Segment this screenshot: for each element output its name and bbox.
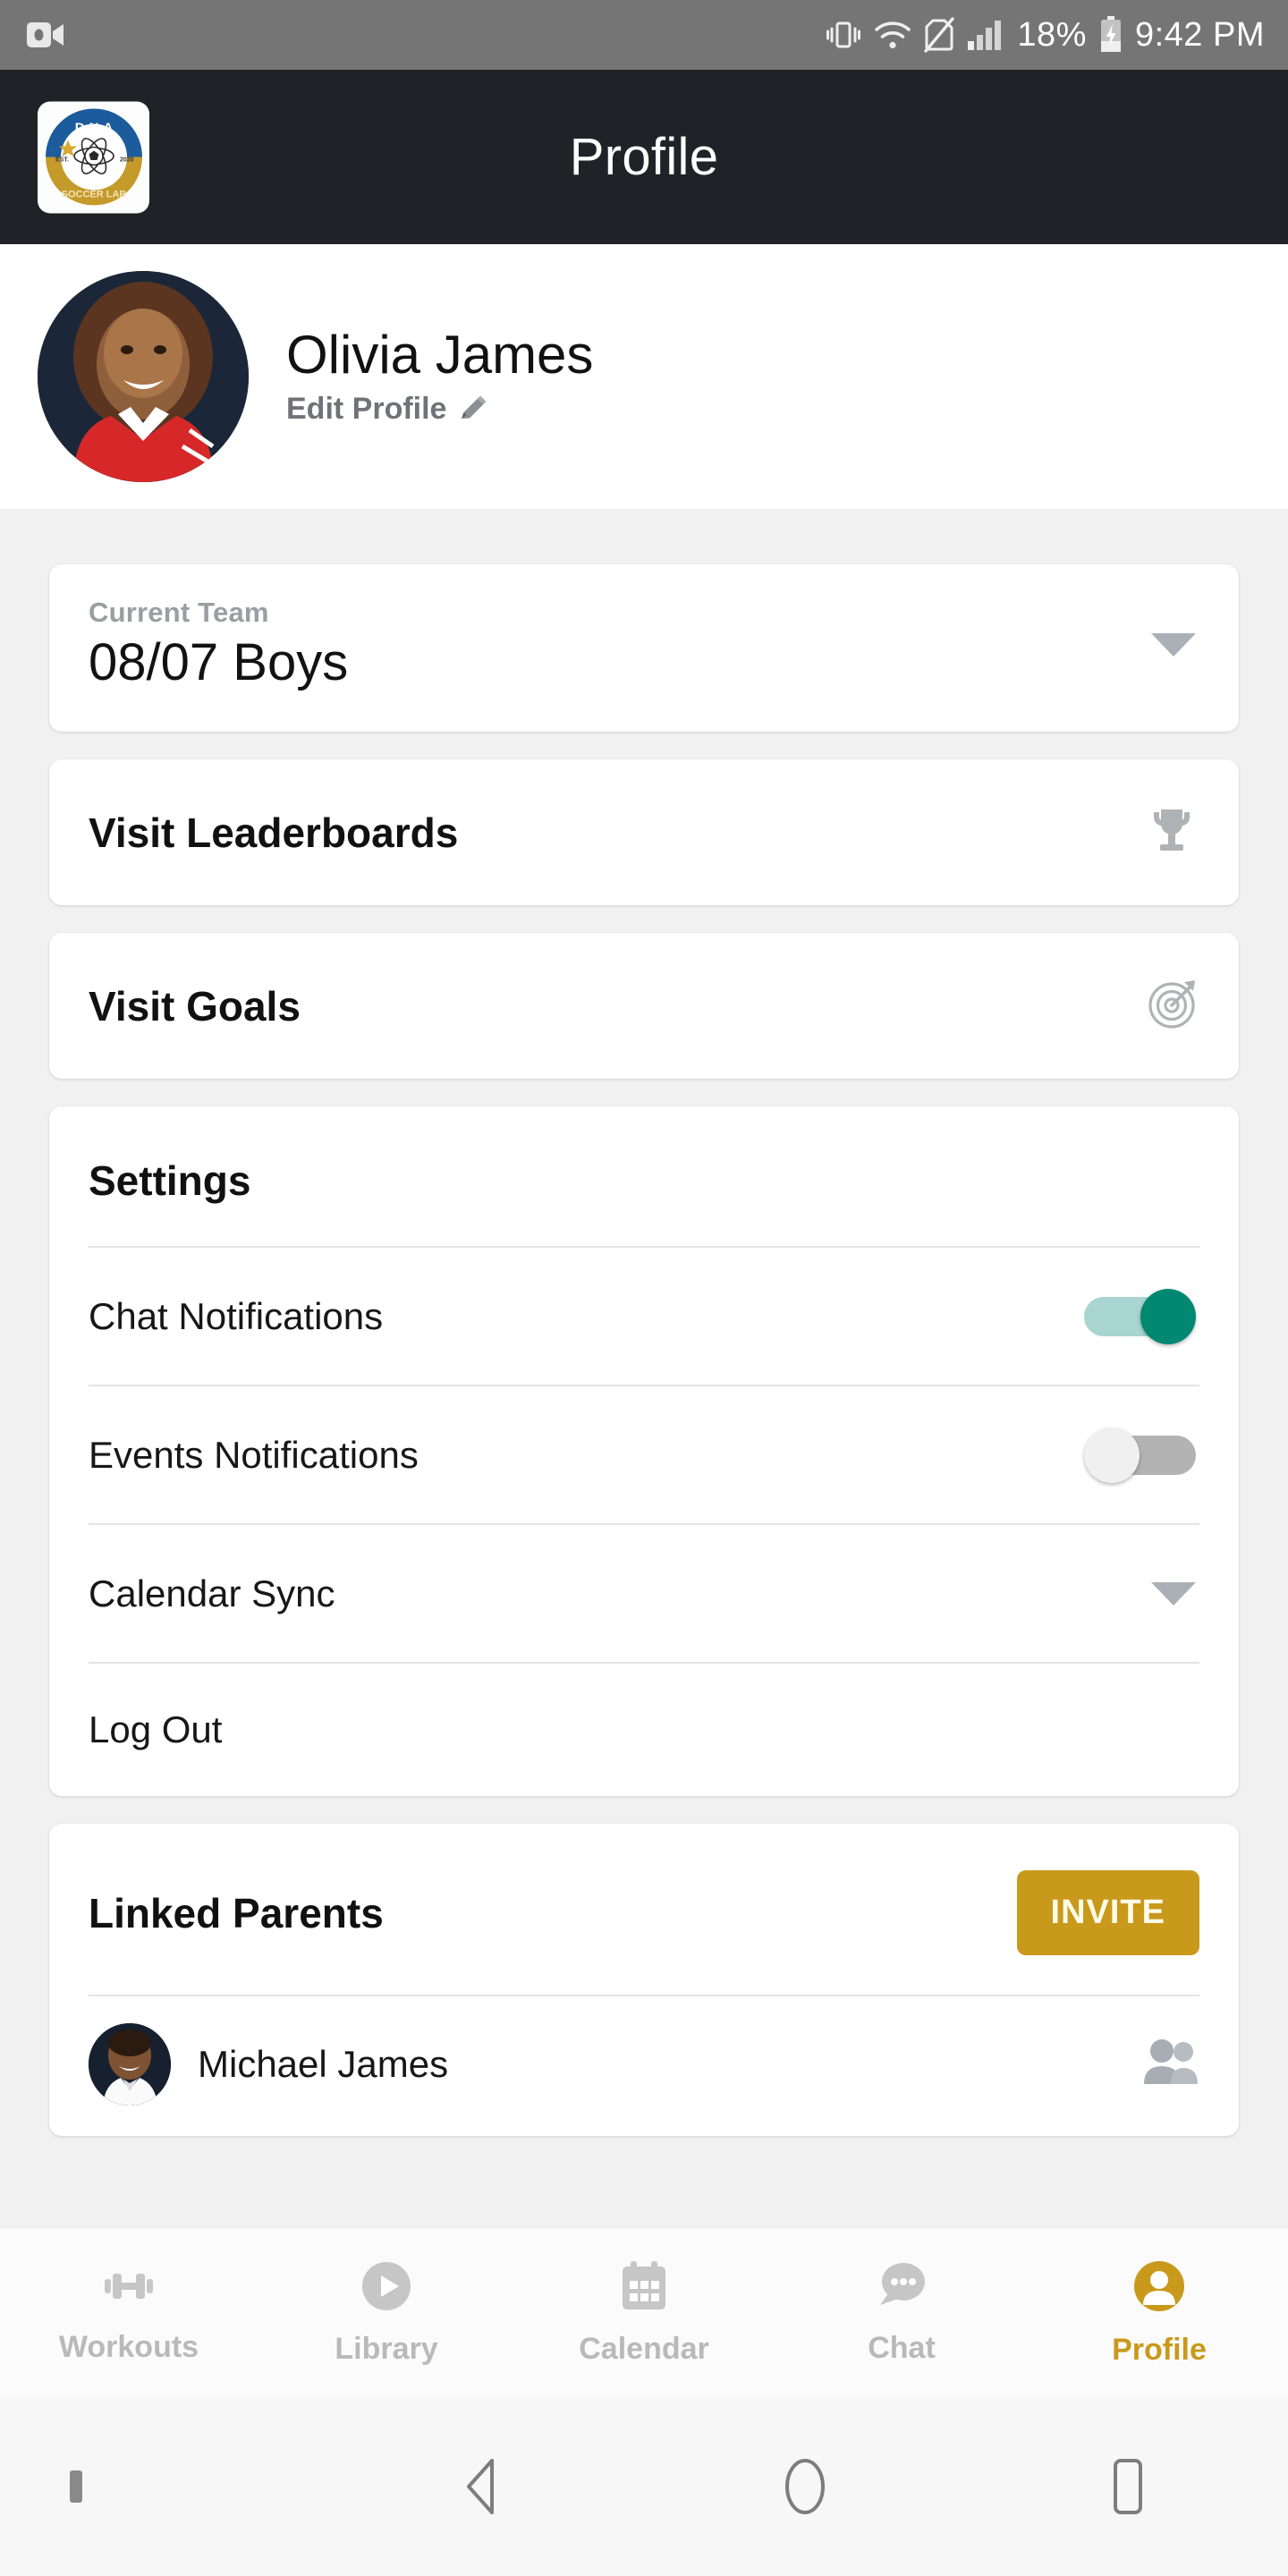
calendar-icon [618,2259,670,2318]
calendar-sync-label: Calendar Sync [89,1572,335,1614]
visit-leaderboards-label: Visit Leaderboards [89,809,459,856]
back-triangle-icon[interactable] [322,2457,644,2516]
svg-text:SOCCER LAB: SOCCER LAB [61,190,126,200]
events-notifications-toggle[interactable] [1084,1427,1196,1483]
setting-row-events-notifications[interactable]: Events Notifications [89,1385,1199,1523]
chat-notifications-label: Chat Notifications [89,1294,384,1337]
linked-parents-header: Linked Parents INVITE [89,1824,1199,1995]
dna-soccer-lab-logo[interactable]: D·N·A SOCCER LAB EST. 2020 [38,101,149,213]
vibrate-icon [826,17,861,53]
people-group-icon[interactable] [1140,2038,1199,2092]
current-team-label: Current Team [89,597,269,628]
target-icon [1148,978,1199,1034]
toggle-thumb [1140,1288,1196,1344]
nav-label-workouts: Workouts [58,2329,199,2364]
nav-label-profile: Profile [1112,2332,1207,2367]
trophy-icon [1144,802,1199,862]
nav-label-library: Library [335,2331,438,2366]
edit-profile-label: Edit Profile [286,392,447,426]
cellular-signal-icon [967,19,1004,51]
nav-item-workouts[interactable]: Workouts [0,2228,258,2397]
invite-button[interactable]: INVITE [1016,1870,1199,1955]
page-title: Profile [569,128,719,186]
linked-parents-card: Linked Parents INVITE Michael James [49,1824,1239,2136]
profile-meta: Olivia James Edit Profile [286,326,593,427]
status-bar: 18% 9:42 PM [0,0,1288,70]
linked-parent-avatar [89,2023,171,2106]
setting-row-calendar-sync[interactable]: Calendar Sync [89,1523,1199,1662]
chevron-down-icon[interactable] [1151,1581,1196,1606]
nav-item-library[interactable]: Library [258,2228,515,2397]
clock-label: 9:42 PM [1134,15,1265,54]
settings-title: Settings [89,1157,251,1204]
home-circle-icon[interactable] [644,2457,966,2516]
play-circle-icon [360,2259,413,2318]
battery-percent-label: 18% [1017,15,1087,54]
toggle-thumb [1084,1427,1140,1483]
edit-profile-button[interactable]: Edit Profile [286,392,593,427]
video-camera-icon [27,21,64,49]
setting-row-log-out[interactable]: Log Out [89,1662,1199,1796]
profile-header: Olivia James Edit Profile [0,244,1288,509]
app-bar: D·N·A SOCCER LAB EST. 2020 Profile [0,70,1288,244]
pencil-icon [457,394,487,425]
chevron-down-icon[interactable] [1151,632,1196,657]
svg-text:D·N·A: D·N·A [74,121,113,136]
linked-parent-row[interactable]: Michael James [89,1995,1199,2136]
status-bar-left [27,21,64,49]
current-team-value: 08/07 Boys [89,633,349,691]
nav-hint-dot [70,2470,82,2503]
svg-text:EST.: EST. [55,157,69,164]
chat-notifications-toggle[interactable] [1084,1288,1196,1344]
recents-square-icon[interactable] [966,2457,1288,2516]
nav-item-profile[interactable]: Profile [1030,2228,1288,2397]
scroll-body[interactable]: Current Team 08/07 Boys Visit Leaderboar… [0,509,1288,2227]
log-out-label: Log Out [89,1708,223,1750]
visit-goals-card[interactable]: Visit Goals [49,933,1239,1079]
svg-text:2020: 2020 [120,157,134,164]
linked-parent-name: Michael James [198,2043,449,2085]
visit-goals-label: Visit Goals [89,982,301,1030]
profile-name: Olivia James [286,325,594,385]
bottom-navigation: Workouts Library Calendar Chat Profile [0,2227,1288,2397]
current-team-card[interactable]: Current Team 08/07 Boys [49,564,1239,732]
nav-item-chat[interactable]: Chat [773,2228,1030,2397]
settings-card: Settings Chat Notifications Events Notif… [49,1106,1239,1796]
linked-parents-title: Linked Parents [89,1889,384,1936]
current-team-texts: Current Team 08/07 Boys [89,597,1151,692]
profile-avatar[interactable] [38,271,249,482]
status-bar-right: 18% 9:42 PM [826,16,1265,55]
events-notifications-label: Events Notifications [89,1433,419,1476]
dumbbell-icon [99,2261,158,2316]
wifi-icon [874,20,911,50]
person-circle-icon [1131,2258,1187,2318]
phone-screen: 18% 9:42 PM D·N·A SOCCER LAB EST. 2020 P… [0,0,1288,2576]
nav-label-calendar: Calendar [579,2331,709,2366]
battery-charging-icon [1099,16,1123,54]
no-sim-icon [924,17,955,53]
nav-label-chat: Chat [868,2330,936,2365]
nav-item-calendar[interactable]: Calendar [515,2228,773,2397]
visit-leaderboards-card[interactable]: Visit Leaderboards [49,759,1239,905]
setting-row-chat-notifications[interactable]: Chat Notifications [89,1246,1199,1385]
chat-bubble-icon [873,2260,930,2317]
android-system-nav [0,2397,1288,2576]
